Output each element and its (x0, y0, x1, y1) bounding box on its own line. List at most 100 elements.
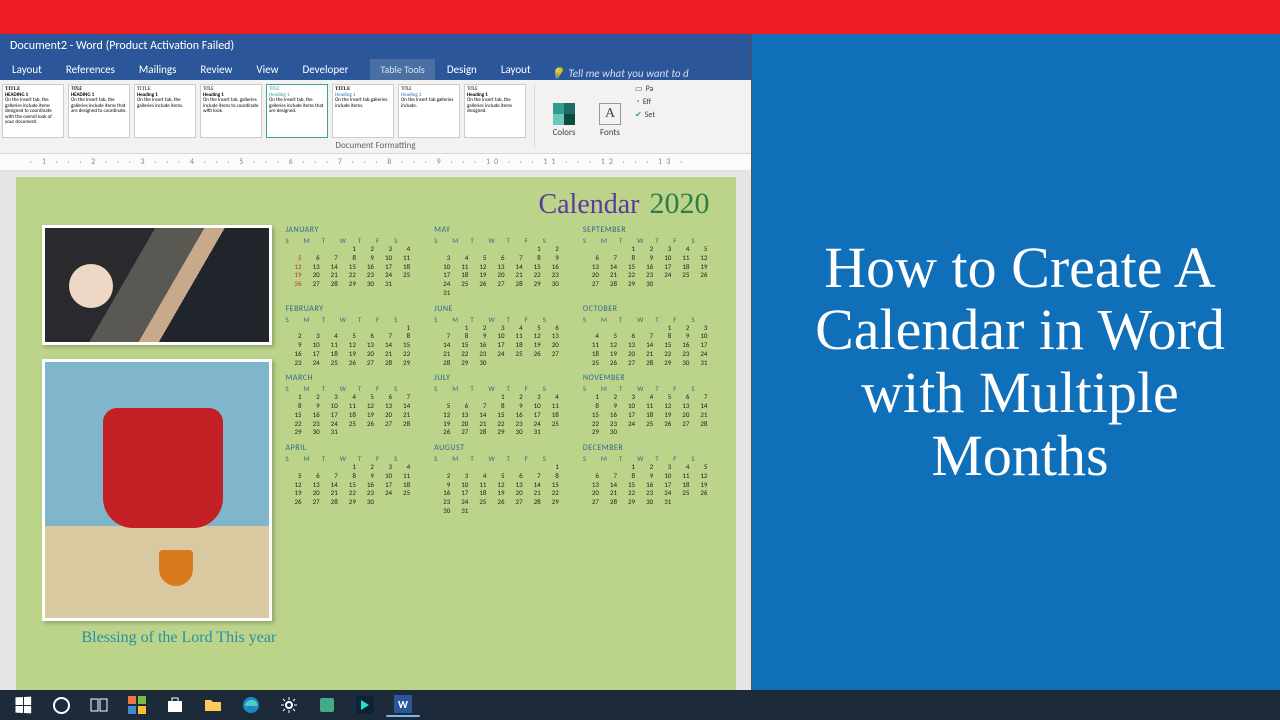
folder-icon (204, 696, 222, 714)
svg-text:W: W (398, 698, 408, 711)
style-set-8[interactable]: TITLEHeading 1On the Insert tab, the gal… (464, 84, 526, 138)
month-days: 1234567891011121314151617181920212223242… (286, 463, 413, 507)
taskbar-settings[interactable] (272, 693, 306, 717)
tell-me-search[interactable]: 💡 Tell me what you want to d (551, 67, 689, 80)
taskbar-app-pinned[interactable] (120, 693, 154, 717)
month-block: MARCHSMTWTFS1234567891011121314151617181… (286, 373, 413, 437)
month-block: NOVEMBERSMTWTFS1234567891011121314151617… (583, 373, 710, 437)
tab-developer[interactable]: Developer (290, 59, 360, 80)
task-view-button[interactable] (82, 693, 116, 717)
month-days: 1234567891011121314151617181920212223242… (434, 393, 561, 437)
tab-review[interactable]: Review (188, 59, 244, 80)
month-days: 1234567891011121314151617181920212223242… (583, 463, 710, 507)
tab-references[interactable]: References (54, 59, 127, 80)
store-icon (166, 696, 184, 714)
colors-button[interactable]: Colors (543, 84, 585, 138)
word-application-window: Document2 - Word (Product Activation Fai… (0, 34, 752, 690)
month-name: JULY (434, 373, 561, 383)
style-set-7[interactable]: TITLEHeading 1On the Insert tab gallerie… (398, 84, 460, 138)
calendar-title-word: Calendar (538, 189, 639, 221)
dow-row: SMTWTFS (286, 384, 413, 393)
word-icon: W (394, 695, 412, 713)
month-days: 1234567891011121314151617181920212223242… (583, 393, 710, 437)
start-button[interactable] (6, 693, 40, 717)
dow-row: SMTWTFS (583, 315, 710, 324)
dow-row: SMTWTFS (286, 315, 413, 324)
month-name: FEBRUARY (286, 304, 413, 314)
month-days: 1234567891011121314151617181920212223242… (286, 245, 413, 289)
month-name: SEPTEMBER (583, 225, 710, 235)
month-name: JUNE (434, 304, 561, 314)
style-set-6[interactable]: TITLEHeading 1On the Insert tab gallerie… (332, 84, 394, 138)
colors-icon (553, 103, 575, 125)
edge-icon (242, 696, 260, 714)
month-name: AUGUST (434, 443, 561, 453)
month-block: JULYSMTWTFS 1234567891011121314151617181… (434, 373, 561, 437)
overlay-title: How to Create A Calendar in Word with Mu… (784, 237, 1256, 488)
month-days: 1234567891011121314151617181920212223242… (583, 245, 710, 289)
taskbar-edge[interactable] (234, 693, 268, 717)
month-block: AUGUSTSMTWTFS 12345678910111213141516171… (434, 443, 561, 516)
dow-row: SMTWTFS (434, 315, 561, 324)
dow-row: SMTWTFS (286, 454, 413, 463)
settings-icon (280, 696, 298, 714)
window-title: Document2 - Word (Product Activation Fai… (10, 39, 234, 53)
month-days: 1234567891011121314151617181920212223242… (286, 393, 413, 437)
horizontal-ruler[interactable]: · 1 · · · 2 · · · 3 · · · 4 · · · 5 · · … (0, 154, 751, 171)
dow-row: SMTWTFS (434, 454, 561, 463)
app-icon (318, 696, 336, 714)
style-set-5-selected[interactable]: TITLEHeading 1On the Insert tab, the gal… (266, 84, 328, 138)
month-name: APRIL (286, 443, 413, 453)
dow-row: SMTWTFS (583, 384, 710, 393)
style-set-4[interactable]: TITLEHeading 1On the Insert tab, galleri… (200, 84, 262, 138)
calendar-photo-2 (42, 359, 272, 621)
video-top-bar (0, 0, 1280, 34)
style-set-1[interactable]: TITLEHEADING 1On the Insert tab, the gal… (2, 84, 64, 138)
dow-row: SMTWTFS (434, 384, 561, 393)
style-set-2[interactable]: TITLEHEADING 1On the Insert tab, the gal… (68, 84, 130, 138)
dow-row: SMTWTFS (583, 454, 710, 463)
month-days: 1234567891011121314151617181920212223242… (583, 324, 710, 368)
month-block: FEBRUARYSMTWTFS 123456789101112131415161… (286, 304, 413, 368)
ribbon-tabs: Layout References Mailings Review View D… (0, 58, 751, 80)
ribbon-design: TITLEHEADING 1On the Insert tab, the gal… (0, 80, 751, 154)
style-set-3[interactable]: TITLEHeading 1On the Insert tab, the gal… (134, 84, 196, 138)
tab-layout[interactable]: Layout (0, 59, 54, 80)
taskbar-file-explorer[interactable] (196, 693, 230, 717)
taskbar-word[interactable]: W (386, 693, 420, 717)
calendar-document: Calendar 2020 JANUARY SMTWTFS 12345678910… (16, 177, 736, 690)
month-name: DECEMBER (583, 443, 710, 453)
document-area[interactable]: Calendar 2020 JANUARY SMTWTFS 12345678910… (0, 171, 751, 690)
cortana-button[interactable] (44, 693, 78, 717)
tab-view[interactable]: View (244, 59, 290, 80)
tab-tt-layout[interactable]: Layout (489, 59, 543, 80)
group-label: Document Formatting (0, 140, 751, 151)
cortana-icon (53, 697, 70, 714)
table-tools-label: Table Tools (370, 59, 434, 80)
fonts-button[interactable]: A Fonts (589, 84, 631, 138)
taskbar-app-1[interactable] (310, 693, 344, 717)
month-block: APRILSMTWTFS 123456789101112131415161718… (286, 443, 413, 516)
month-name: OCTOBER (583, 304, 710, 314)
taskbar-store[interactable] (158, 693, 192, 717)
windows-taskbar: W (0, 690, 1280, 720)
set-default-icon: ✔ (635, 110, 642, 120)
month-block: DECEMBERSMTWTFS 123456789101112131415161… (583, 443, 710, 516)
month-block: JANUARYSMTWTFS 1234567891011121314151617… (286, 225, 413, 298)
dow-row: SMTWTFS (434, 236, 561, 245)
windows-icon (15, 697, 31, 714)
fonts-icon: A (599, 103, 621, 125)
calendar-months-grid: JANUARY SMTWTFS 1234567891011121314151617… (286, 225, 710, 621)
taskbar-app-2[interactable] (348, 693, 382, 717)
overlay-title-panel: How to Create A Calendar in Word with Mu… (760, 34, 1280, 690)
effects-icon: ◔ (635, 97, 640, 107)
month-block: OCTOBERSMTWTFS 1234567891011121314151617… (583, 304, 710, 368)
task-view-icon (90, 696, 108, 714)
month-name: JANUARY (286, 225, 413, 235)
tab-mailings[interactable]: Mailings (127, 59, 189, 80)
ribbon-misc: ▭Pa ◔Eff ✔Set (635, 84, 655, 120)
month-days: 1234567891011121314151617181920212223242… (434, 463, 561, 516)
calendar-photo-1 (42, 225, 272, 345)
tab-tt-design[interactable]: Design (435, 59, 489, 80)
calendar-title-year: 2020 (650, 187, 710, 221)
